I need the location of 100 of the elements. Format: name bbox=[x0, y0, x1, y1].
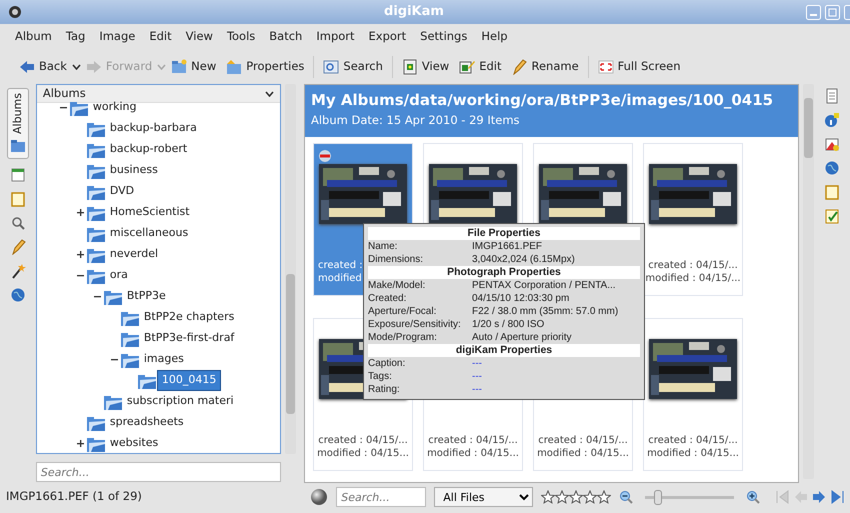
tree-item[interactable]: spreadsheets bbox=[58, 412, 280, 433]
property-label: Tags: bbox=[368, 370, 393, 383]
tree-item[interactable]: BtPP3e-first-draf bbox=[58, 328, 280, 349]
thumbnail-card[interactable]: created : 04/15/... modified : 04/15/... bbox=[643, 143, 743, 296]
search-field[interactable]: Search... bbox=[336, 487, 426, 507]
clipboard-icon[interactable] bbox=[10, 190, 26, 207]
tree-item[interactable]: 100_0415 bbox=[58, 370, 280, 391]
zoom-out-icon[interactable] bbox=[619, 490, 634, 504]
tree-item[interactable]: miscellaneous bbox=[58, 223, 280, 244]
back-button[interactable]: Back bbox=[14, 56, 72, 78]
document-icon[interactable] bbox=[824, 88, 840, 104]
modified-date: modified : 04/15... bbox=[316, 447, 410, 460]
tree-item[interactable]: backup-barbara bbox=[58, 118, 280, 139]
menu-item[interactable]: Export bbox=[362, 28, 414, 46]
menu-item[interactable]: Image bbox=[92, 28, 142, 46]
tree-item[interactable]: ora bbox=[58, 265, 280, 286]
arrow-left-icon bbox=[19, 59, 35, 75]
created-date: created : bbox=[318, 259, 364, 272]
edit-button[interactable]: Edit bbox=[454, 56, 506, 78]
tree-item[interactable]: BtPP3e bbox=[58, 286, 280, 307]
star-icon bbox=[597, 490, 612, 504]
collapse-icon[interactable] bbox=[94, 293, 102, 300]
menu-item[interactable]: Album bbox=[8, 28, 59, 46]
menu-item[interactable]: Edit bbox=[142, 28, 179, 46]
property-value: --- bbox=[472, 370, 482, 383]
properties-button[interactable]: Properties bbox=[221, 56, 310, 78]
albums-tab[interactable]: Albums bbox=[6, 88, 29, 159]
tree-item[interactable]: backup-robert bbox=[58, 139, 280, 160]
property-label: Mode/Program: bbox=[368, 331, 438, 344]
menu-item[interactable]: View bbox=[178, 28, 220, 46]
fullscreen-button[interactable]: Full Screen bbox=[592, 56, 686, 78]
globe-icon[interactable] bbox=[824, 160, 840, 176]
zoom-in-icon[interactable] bbox=[746, 490, 760, 504]
caret-icon[interactable] bbox=[72, 64, 81, 70]
tree-item[interactable]: HomeScientist bbox=[58, 202, 280, 223]
property-value: --- bbox=[472, 357, 482, 370]
tree-item[interactable]: neverdel bbox=[58, 244, 280, 265]
tree-item[interactable]: subscription materi bbox=[58, 391, 280, 412]
menu-item[interactable]: Tag bbox=[58, 28, 92, 46]
section-heading: Photograph Properties bbox=[368, 266, 640, 279]
menu-item[interactable]: Help bbox=[474, 28, 515, 46]
clipboard-icon[interactable] bbox=[824, 184, 840, 200]
collapse-icon[interactable] bbox=[60, 104, 68, 111]
globe-icon[interactable] bbox=[10, 286, 26, 303]
info-icon[interactable] bbox=[824, 112, 840, 128]
image-pencil-icon bbox=[459, 59, 476, 75]
tree-item[interactable]: business bbox=[58, 160, 280, 181]
modified-date: modified : 04/15... bbox=[426, 447, 520, 460]
menu-item[interactable]: Tools bbox=[220, 28, 262, 46]
status-text: IMGP1661.PEF (1 of 29) bbox=[6, 488, 143, 506]
arrow-right-icon[interactable] bbox=[812, 490, 826, 504]
wand-icon[interactable] bbox=[10, 262, 26, 279]
collapse-icon[interactable] bbox=[77, 272, 84, 279]
search-field[interactable]: Search... bbox=[36, 462, 281, 482]
menu-item[interactable]: Settings bbox=[413, 28, 474, 46]
rename-button[interactable]: Rename bbox=[506, 56, 584, 78]
file-filter-dropdown[interactable]: All Files bbox=[434, 487, 534, 507]
expand-icon[interactable] bbox=[77, 251, 84, 258]
property-value: IMGP1661.PEF bbox=[472, 240, 542, 253]
menu-item[interactable]: Batch bbox=[262, 28, 310, 46]
image-icon bbox=[402, 59, 418, 75]
scrollbar[interactable] bbox=[284, 84, 296, 454]
scrollbar[interactable] bbox=[803, 84, 814, 479]
star-icon bbox=[555, 490, 570, 504]
tree-item[interactable]: BtPP2e chapters bbox=[58, 307, 280, 328]
folder-icon bbox=[226, 59, 242, 75]
calendar-icon[interactable] bbox=[10, 166, 26, 183]
magnifier-icon[interactable] bbox=[10, 214, 26, 231]
pencil-icon bbox=[511, 59, 528, 75]
albums-dropdown[interactable]: Albums bbox=[36, 85, 280, 103]
star-icon bbox=[569, 490, 584, 504]
star-icon bbox=[583, 490, 598, 504]
checklist-icon[interactable] bbox=[824, 208, 840, 224]
expand-icon[interactable] bbox=[77, 209, 84, 216]
view-button[interactable]: View bbox=[396, 56, 454, 78]
pencil-icon[interactable] bbox=[10, 238, 26, 255]
tree-item[interactable]: images bbox=[58, 349, 280, 370]
created-date: created : 04/15/... bbox=[427, 434, 519, 447]
created-date: created : 04/15/... bbox=[317, 434, 409, 447]
color-image-icon[interactable] bbox=[824, 136, 840, 152]
expand-icon[interactable] bbox=[77, 440, 84, 447]
created-date: created : 04/15/... bbox=[647, 259, 739, 272]
new-button[interactable]: New bbox=[166, 56, 222, 78]
last-icon[interactable] bbox=[830, 490, 844, 504]
tree-item[interactable]: DVD bbox=[58, 181, 280, 202]
rating-stars[interactable] bbox=[541, 490, 612, 504]
created-date: created : 04/15/... bbox=[647, 434, 739, 447]
modified-date: modified : 04/15... bbox=[536, 447, 630, 460]
collapse-icon[interactable] bbox=[111, 356, 118, 363]
property-value: 1/20 s / 800 ISO bbox=[472, 318, 544, 331]
folder-icon bbox=[171, 59, 188, 75]
star-icon bbox=[541, 490, 556, 504]
menu-item[interactable]: Import bbox=[309, 28, 362, 46]
fullscreen-icon bbox=[598, 59, 614, 75]
property-value: F22 / 38.0 mm (35mm: 57.0 mm) bbox=[472, 305, 618, 318]
tree-item[interactable]: websites bbox=[58, 433, 280, 453]
search-button[interactable]: Search bbox=[318, 56, 388, 78]
section-heading: digiKam Properties bbox=[368, 344, 640, 357]
album-info: Album Date: 15 Apr 2010 - 29 Items bbox=[311, 112, 521, 128]
thumbnail-card[interactable]: created : 04/15/... modified : 04/15... bbox=[643, 318, 743, 471]
